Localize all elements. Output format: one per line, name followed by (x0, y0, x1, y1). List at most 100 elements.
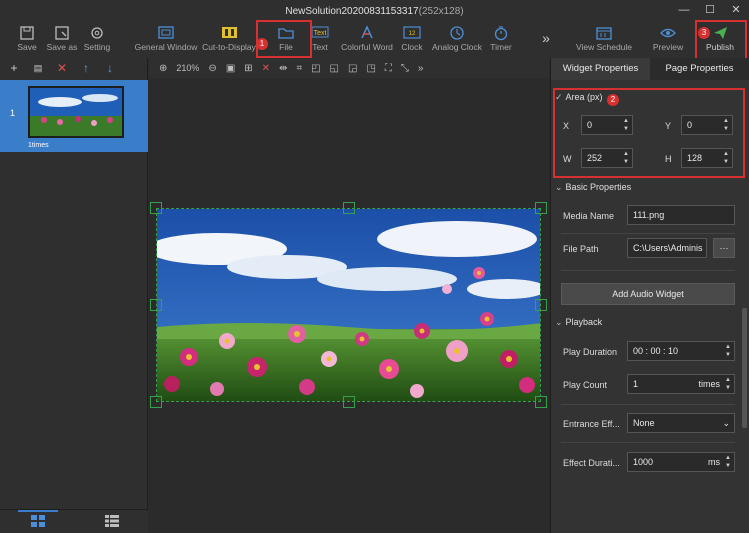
copy-page-icon[interactable]: ▤ (32, 63, 44, 74)
playback-title: Playback (565, 317, 603, 327)
zoom-out-icon[interactable]: ⊖ (208, 63, 216, 74)
file-path-value: C:\Users\Adminis (633, 243, 703, 253)
colorful-word-button[interactable]: Colorful Word (338, 22, 396, 58)
divider (561, 442, 735, 443)
actual-size-icon[interactable]: ▣ (226, 63, 235, 74)
maximize-button[interactable]: ☐ (703, 3, 717, 17)
image-widget[interactable] (156, 208, 541, 402)
view-schedule-label: View Schedule (575, 42, 633, 52)
layer-bottom-icon[interactable]: ◳ (366, 63, 375, 74)
zoom-in-icon[interactable]: ⊕ (159, 63, 167, 74)
resize-handle-right[interactable] (535, 299, 547, 311)
resize-handle-top-right[interactable] (535, 202, 547, 214)
save-label: Save (17, 42, 37, 52)
play-count-input[interactable]: 1 times ▲ ▼ (627, 374, 735, 394)
annotation-badge-3: 3 (698, 27, 710, 39)
add-page-icon[interactable]: + (8, 61, 20, 75)
properties-scrollbar[interactable] (742, 308, 747, 428)
flower-image (157, 209, 540, 401)
active-tab-indicator (18, 510, 58, 512)
timer-icon (494, 26, 508, 41)
playback-section-header[interactable]: ⌄ Playback (555, 317, 602, 328)
effect-duration-value: 1000 (633, 457, 654, 467)
list-view-icon[interactable] (104, 514, 120, 528)
save-as-label: Save as (46, 42, 78, 52)
resize-handle-left[interactable] (150, 299, 162, 311)
resize-handle-top-left[interactable] (150, 202, 162, 214)
resize-handle-bottom[interactable] (343, 396, 355, 408)
clock-label: Clock (401, 42, 423, 52)
tab-page-properties[interactable]: Page Properties (650, 58, 749, 80)
window-title-main: NewSolution20200831153317 (285, 6, 419, 17)
effect-duration-unit: ms (708, 457, 720, 467)
scale-icon[interactable]: ⤡ (401, 63, 409, 74)
analog-clock-button[interactable]: Analog Clock (430, 22, 484, 58)
save-button[interactable]: Save (12, 22, 42, 58)
crop-icon[interactable]: ⌗ (296, 63, 302, 74)
layer-up-icon[interactable]: ◱ (330, 63, 339, 74)
fullscreen-icon[interactable]: ⛶ (385, 63, 392, 74)
effect-duration-label: Effect Durati... (563, 458, 620, 468)
calendar-icon (596, 27, 612, 40)
media-name-value: 111.png (633, 210, 665, 220)
play-duration-input[interactable]: 00 : 00 : 10 ▲ ▼ (627, 341, 735, 361)
play-duration-label: Play Duration (563, 347, 618, 357)
colorful-word-icon (361, 25, 373, 39)
delete-page-icon[interactable]: ✕ (56, 61, 68, 75)
layer-top-icon[interactable]: ◰ (311, 63, 320, 74)
entrance-effect-select[interactable]: None ⌄ (627, 413, 735, 433)
divider (561, 233, 735, 234)
delete-widget-icon[interactable]: ✕ (262, 63, 270, 74)
media-name-input[interactable]: 111.png (627, 205, 735, 225)
grid-view-icon[interactable] (30, 514, 46, 528)
canvas-area[interactable] (149, 78, 549, 533)
view-schedule-button[interactable]: View Schedule (572, 22, 636, 58)
browse-button[interactable]: ··· (713, 238, 735, 258)
colorful-word-label: Colorful Word (341, 42, 393, 52)
preview-button[interactable]: Preview (650, 22, 686, 58)
cut-to-display-label: Cut-to-Display (202, 42, 256, 52)
effect-duration-stepper[interactable]: ▲ ▼ (724, 454, 732, 470)
zoom-level: 210% (176, 63, 200, 73)
main-toolbar: Save Save as Setting General Window Cut-… (0, 22, 749, 58)
pages-panel: + ▤ ✕ ↑ ↓ 1 1times (0, 58, 148, 533)
page-list-item[interactable]: 1 1times (0, 80, 148, 152)
svg-text:Text: Text (314, 30, 327, 37)
resize-handle-top[interactable] (343, 202, 355, 214)
minimize-button[interactable]: — (677, 3, 691, 17)
tab-widget-properties[interactable]: Widget Properties (551, 58, 650, 80)
move-down-icon[interactable]: ↓ (104, 61, 116, 75)
save-as-button[interactable]: Save as (44, 22, 80, 58)
effect-duration-input[interactable]: 1000 ms ▲ ▼ (627, 452, 735, 472)
analog-clock-icon (450, 26, 464, 40)
play-duration-stepper[interactable]: ▲ ▼ (724, 343, 732, 359)
toolbar-more-button[interactable]: » (536, 30, 556, 50)
file-path-label: File Path (563, 244, 599, 254)
general-window-label: General Window (134, 42, 198, 52)
play-duration-value: 00 : 00 : 10 (633, 346, 679, 356)
fit-icon[interactable]: ⊞ (244, 63, 252, 74)
general-window-button[interactable]: General Window (132, 22, 200, 58)
film-icon (222, 27, 237, 38)
play-count-stepper[interactable]: ▲ ▼ (724, 376, 732, 392)
window-title: NewSolution20200831153317(252x128) (0, 6, 749, 17)
file-path-input[interactable]: C:\Users\Adminis (627, 238, 707, 258)
setting-button[interactable]: Setting (82, 22, 112, 58)
close-button[interactable]: ✕ (729, 3, 743, 17)
add-audio-widget-button[interactable]: Add Audio Widget (561, 283, 735, 305)
timer-button[interactable]: Timer (486, 22, 516, 58)
resize-handle-bottom-right[interactable] (535, 396, 547, 408)
clock-button[interactable]: 12 Clock (398, 22, 426, 58)
cut-to-display-button[interactable]: Cut-to-Display (200, 22, 258, 58)
layer-down-icon[interactable]: ◲ (348, 63, 357, 74)
play-count-value: 1 (633, 379, 639, 389)
properties-panel: Widget Properties Page Properties ✓ Area … (550, 58, 749, 533)
chevron-down-icon: ⌄ (722, 418, 730, 428)
move-up-icon[interactable]: ↑ (80, 61, 92, 75)
play-count-label: Play Count (563, 380, 608, 390)
basic-section-header[interactable]: ⌄ Basic Properties (555, 182, 631, 193)
align-icon[interactable]: ⇹ (279, 63, 287, 74)
canvas-more-icon[interactable]: » (418, 63, 424, 74)
resize-handle-bottom-left[interactable] (150, 396, 162, 408)
save-icon (20, 26, 34, 40)
